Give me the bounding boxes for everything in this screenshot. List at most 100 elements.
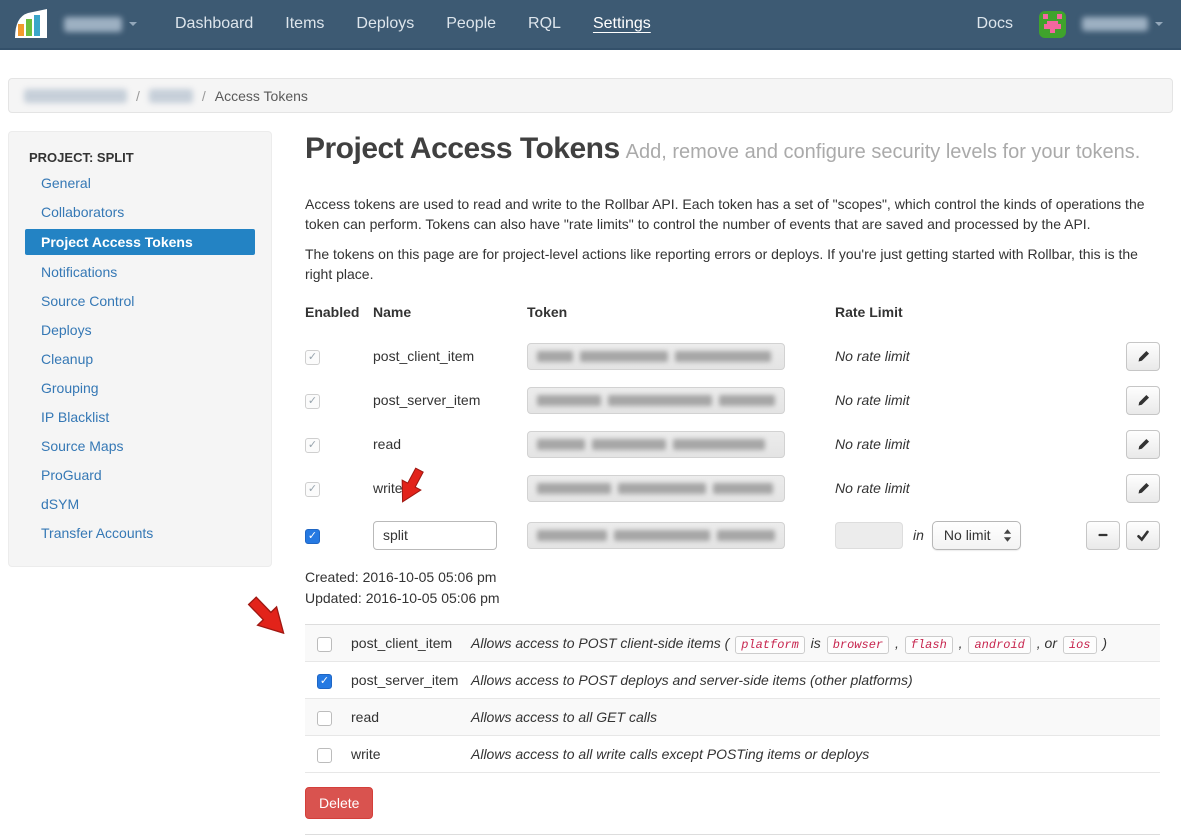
nav-link-dashboard[interactable]: Dashboard bbox=[159, 15, 269, 33]
sidebar-item-dsym[interactable]: dSYM bbox=[9, 492, 271, 516]
col-header-enabled: Enabled bbox=[305, 304, 373, 320]
sidebar-item-source-control[interactable]: Source Control bbox=[9, 289, 271, 313]
edit-token-button[interactable] bbox=[1126, 342, 1160, 371]
code-token: flash bbox=[905, 636, 953, 654]
cancel-new-token-button[interactable] bbox=[1086, 521, 1120, 550]
scope-post_client_item-checkbox[interactable] bbox=[317, 637, 332, 652]
scope-description-text: is bbox=[807, 635, 825, 651]
tokens-table-header: Enabled Name Token Rate Limit bbox=[305, 304, 1160, 334]
sidebar-item-general[interactable]: General bbox=[9, 171, 271, 195]
edit-token-button[interactable] bbox=[1126, 474, 1160, 503]
token-row: read No rate limit bbox=[305, 422, 1160, 466]
page-title: Project Access TokensAdd, remove and con… bbox=[305, 129, 1160, 172]
token-rows: post_client_item No rate limit post_serv… bbox=[305, 334, 1160, 510]
blurred-account-crumb[interactable] bbox=[24, 89, 127, 103]
scope-write-checkbox[interactable] bbox=[317, 748, 332, 763]
scopes-table: post_client_item Allows access to POST c… bbox=[305, 624, 1160, 773]
sidebar-item-proguard[interactable]: ProGuard bbox=[9, 463, 271, 487]
token-rate-limit: No rate limit bbox=[820, 480, 1076, 496]
token-created: Created: 2016-10-05 05:06 pm bbox=[305, 568, 1160, 587]
blurred-token-text bbox=[608, 395, 712, 406]
pencil-icon bbox=[1137, 394, 1150, 407]
blurred-token-text bbox=[719, 395, 775, 406]
scope-description: Allows access to POST deploys and server… bbox=[471, 672, 1160, 688]
edit-token-button[interactable] bbox=[1126, 430, 1160, 459]
blurred-token-text bbox=[673, 439, 765, 450]
token-enabled-checkbox[interactable] bbox=[305, 350, 320, 365]
save-new-token-button[interactable] bbox=[1126, 521, 1160, 550]
sidebar-item-ip-blacklist[interactable]: IP Blacklist bbox=[9, 405, 271, 429]
sidebar-item-notifications[interactable]: Notifications bbox=[9, 260, 271, 284]
new-token-name-input[interactable] bbox=[373, 521, 497, 550]
nav-link-settings[interactable]: Settings bbox=[577, 15, 667, 33]
settings-sidebar: PROJECT: SPLIT General Collaborators Proje… bbox=[8, 131, 272, 567]
new-token-value-field bbox=[527, 522, 785, 549]
scope-description: Allows access to POST client-side items … bbox=[471, 635, 1160, 652]
col-header-name: Name bbox=[373, 304, 527, 320]
blurred-token-text bbox=[537, 395, 601, 406]
token-name: write bbox=[373, 480, 527, 496]
blurred-token-text bbox=[537, 483, 611, 494]
chevron-down-icon bbox=[129, 22, 137, 26]
rollbar-logo-icon[interactable] bbox=[14, 9, 48, 39]
sidebar-item-cleanup[interactable]: Cleanup bbox=[9, 347, 271, 371]
token-enabled-checkbox[interactable] bbox=[305, 482, 320, 497]
avatar bbox=[1039, 11, 1066, 38]
sidebar-items: General Collaborators Project Access Token… bbox=[9, 171, 271, 545]
breadcrumb: / / Access Tokens bbox=[8, 78, 1173, 113]
token-enabled-checkbox[interactable] bbox=[305, 394, 320, 409]
blurred-token-text bbox=[614, 530, 710, 541]
scope-name: post_client_item bbox=[351, 635, 471, 651]
scope-read-checkbox[interactable] bbox=[317, 711, 332, 726]
pencil-icon bbox=[1137, 350, 1150, 363]
sidebar-item-project-access-tokens[interactable]: Project Access Tokens bbox=[25, 229, 255, 255]
breadcrumb-separator: / bbox=[136, 88, 140, 104]
nav-link-people[interactable]: People bbox=[430, 15, 512, 33]
scope-description-text: ) bbox=[1099, 635, 1108, 651]
rate-limit-window-select[interactable]: No limit bbox=[932, 521, 1021, 550]
blurred-token-text bbox=[580, 351, 668, 362]
scope-name: write bbox=[351, 746, 471, 762]
scope-description-text: Allows access to POST client-side items … bbox=[471, 635, 733, 651]
page-title-text: Project Access Tokens bbox=[305, 132, 620, 165]
scope-description-text: , bbox=[955, 635, 967, 651]
token-enabled-checkbox[interactable] bbox=[305, 438, 320, 453]
docs-link[interactable]: Docs bbox=[977, 15, 1013, 33]
blurred-token-text bbox=[713, 483, 773, 494]
blurred-token-text bbox=[675, 351, 771, 362]
sidebar-item-source-maps[interactable]: Source Maps bbox=[9, 434, 271, 458]
project-selector-dropdown[interactable] bbox=[64, 17, 137, 32]
scope-post_server_item-checkbox[interactable] bbox=[317, 674, 332, 689]
sidebar-item-grouping[interactable]: Grouping bbox=[9, 376, 271, 400]
rate-limit-window-value: No limit bbox=[944, 527, 991, 543]
blurred-project-crumb[interactable] bbox=[149, 89, 193, 103]
new-token-enabled-checkbox[interactable] bbox=[305, 529, 320, 544]
blurred-token-text bbox=[537, 530, 607, 541]
scope-description-text: Allows access to POST deploys and server… bbox=[471, 672, 913, 688]
code-token: android bbox=[968, 636, 1030, 654]
sidebar-project-header: PROJECT: SPLIT bbox=[9, 146, 271, 171]
breadcrumb-separator: / bbox=[202, 88, 206, 104]
token-value-field bbox=[527, 475, 785, 502]
scope-name: post_server_item bbox=[351, 672, 471, 688]
delete-token-button[interactable]: Delete bbox=[305, 787, 373, 819]
sidebar-item-deploys[interactable]: Deploys bbox=[9, 318, 271, 342]
nav-link-rql[interactable]: RQL bbox=[512, 15, 577, 33]
scope-description: Allows access to all GET calls bbox=[471, 709, 1160, 725]
token-name: post_client_item bbox=[373, 348, 527, 364]
breadcrumb-current: Access Tokens bbox=[215, 88, 308, 104]
intro-paragraph-1: Access tokens are used to read and write… bbox=[305, 194, 1160, 234]
user-menu[interactable] bbox=[1039, 11, 1163, 38]
nav-link-deploys[interactable]: Deploys bbox=[340, 15, 430, 33]
token-row: post_client_item No rate limit bbox=[305, 334, 1160, 378]
edit-token-button[interactable] bbox=[1126, 386, 1160, 415]
tokens-table: Enabled Name Token Rate Limit post_clien… bbox=[305, 304, 1160, 560]
scope-description-text: , bbox=[891, 635, 903, 651]
code-token: ios bbox=[1063, 636, 1097, 654]
sidebar-item-collaborators[interactable]: Collaborators bbox=[9, 200, 271, 224]
scope-row: read Allows access to all GET calls bbox=[305, 699, 1160, 736]
content-area: PROJECT: SPLIT General Collaborators Proje… bbox=[0, 113, 1181, 835]
rate-limit-count-input[interactable] bbox=[835, 522, 903, 549]
sidebar-item-transfer-accounts[interactable]: Transfer Accounts bbox=[9, 521, 271, 545]
nav-link-items[interactable]: Items bbox=[269, 15, 340, 33]
